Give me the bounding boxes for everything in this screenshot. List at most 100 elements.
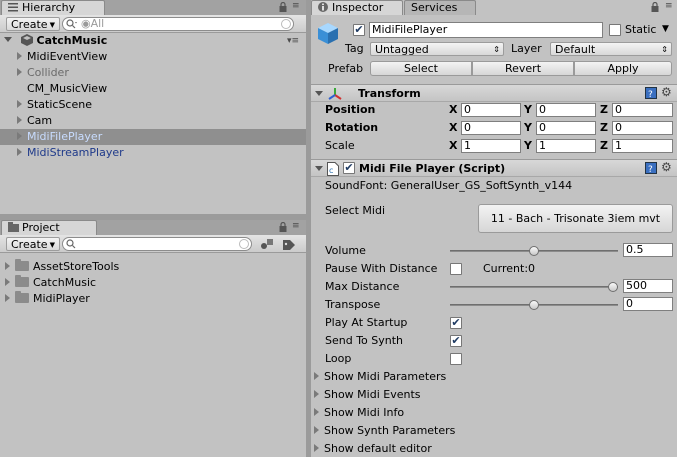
hierarchy-item[interactable]: MidiEventView (0, 49, 306, 65)
filter-by-label-icon[interactable] (282, 238, 296, 253)
foldout-arrow-icon[interactable] (315, 166, 323, 171)
search-cancel-icon[interactable] (239, 239, 249, 249)
prefab-apply-button[interactable]: Apply (574, 61, 672, 76)
lock-icon[interactable] (279, 1, 287, 15)
script-header[interactable]: c ✔ Midi File Player (Script) ? ⚙ (311, 159, 677, 177)
lock-icon[interactable] (651, 1, 659, 15)
transpose-input[interactable]: 0 (623, 297, 673, 311)
volume-input[interactable]: 0.5 (623, 243, 673, 257)
transform-z-input[interactable]: 1 (612, 139, 673, 153)
transform-y-input[interactable]: 1 (536, 139, 596, 153)
tab-hierarchy[interactable]: Hierarchy (1, 0, 105, 15)
hierarchy-search-input[interactable]: ◉All (62, 17, 294, 31)
tag-dropdown[interactable]: Untagged ⇕ (370, 42, 504, 56)
transform-y-input[interactable]: 0 (536, 103, 596, 117)
foldout-item[interactable]: Show Midi Info (314, 405, 404, 421)
hierarchy-item-label: StaticScene (27, 98, 92, 111)
tab-project[interactable]: Project (1, 220, 97, 235)
foldout-arrow-icon[interactable] (314, 372, 319, 380)
play-at-startup-checkbox[interactable]: ✔ (450, 317, 462, 329)
layer-dropdown[interactable]: Default ⇕ (550, 42, 672, 56)
transpose-slider-thumb[interactable] (529, 300, 539, 310)
foldout-arrow-icon[interactable] (314, 408, 319, 416)
max-distance-slider-thumb[interactable] (608, 282, 618, 292)
hierarchy-item[interactable]: MidiFilePlayer (0, 129, 306, 145)
expand-arrow-icon[interactable] (5, 262, 10, 270)
tab-inspector[interactable]: Inspector (311, 0, 403, 15)
prefab-select-button[interactable]: Select (370, 61, 472, 76)
project-search-input[interactable] (62, 237, 252, 251)
expand-arrow-icon[interactable] (17, 116, 22, 124)
transform-header[interactable]: Transform ? ⚙ (311, 84, 677, 102)
transform-row-label: Rotation (325, 121, 379, 134)
hierarchy-item-label: MidiFilePlayer (27, 130, 103, 143)
scene-menu-icon[interactable]: ▾≡ (287, 36, 299, 46)
gear-icon[interactable]: ⚙ (661, 85, 672, 99)
send-to-synth-checkbox[interactable]: ✔ (450, 335, 462, 347)
project-folder-label: MidiPlayer (33, 292, 90, 305)
expand-arrow-icon[interactable] (17, 68, 22, 76)
project-folder-item[interactable]: MidiPlayer (0, 291, 306, 307)
script-enabled-checkbox[interactable]: ✔ (343, 162, 355, 174)
active-toggle-checkbox[interactable]: ✔ (353, 24, 365, 36)
static-dropdown-arrow-icon[interactable]: ▼ (662, 24, 669, 34)
object-name-input[interactable]: MidiFilePlayer (369, 22, 603, 38)
help-book-icon[interactable]: ? (645, 162, 657, 177)
expand-arrow-icon[interactable] (17, 132, 22, 140)
project-folder-item[interactable]: CatchMusic (0, 275, 306, 291)
select-midi-button[interactable]: 11 - Bach - Trisonate 3iem mvt (478, 204, 673, 233)
transform-x-input[interactable]: 0 (461, 121, 521, 135)
search-placeholder: ◉All (81, 17, 105, 30)
expand-arrow-icon[interactable] (5, 278, 10, 286)
foldout-arrow-icon[interactable] (314, 390, 319, 398)
prefab-revert-button[interactable]: Revert (472, 61, 574, 76)
transform-z-input[interactable]: 0 (612, 121, 673, 135)
tab-services[interactable]: Services (404, 0, 476, 15)
panel-menu-icon[interactable]: ≡ (292, 1, 300, 11)
foldout-arrow-icon[interactable] (314, 426, 319, 434)
expand-arrow-icon[interactable] (17, 148, 22, 156)
panel-menu-icon[interactable]: ≡ (292, 221, 300, 231)
transform-title: Transform (358, 87, 421, 100)
transform-y-input[interactable]: 0 (536, 121, 596, 135)
foldout-arrow-icon[interactable] (314, 444, 319, 452)
volume-slider-thumb[interactable] (529, 246, 539, 256)
expand-arrow-icon[interactable] (17, 52, 22, 60)
foldout-arrow-icon[interactable] (315, 91, 323, 96)
scene-row[interactable]: CatchMusic (4, 33, 306, 49)
max-distance-slider-track[interactable] (450, 286, 618, 288)
project-create-button[interactable]: Create ▼ (6, 237, 60, 251)
gear-icon[interactable]: ⚙ (661, 160, 672, 174)
hierarchy-item[interactable]: Collider (0, 65, 306, 81)
expand-arrow-icon[interactable] (4, 37, 12, 42)
transform-x-input[interactable]: 1 (461, 139, 521, 153)
svg-text:?: ? (648, 90, 653, 99)
hierarchy-item[interactable]: CM_MusicView (0, 81, 306, 97)
transform-z-input[interactable]: 0 (612, 103, 673, 117)
max-distance-input[interactable]: 500 (623, 279, 673, 293)
hierarchy-create-button[interactable]: Create ▼ (6, 17, 60, 31)
panel-menu-icon[interactable]: ≡ (665, 1, 673, 11)
foldout-item[interactable]: Show Synth Parameters (314, 423, 455, 439)
foldout-item[interactable]: Show default editor (314, 441, 432, 457)
static-checkbox[interactable] (609, 24, 621, 36)
help-book-icon[interactable]: ? (645, 87, 657, 102)
volume-label: Volume (325, 244, 366, 257)
filter-by-type-icon[interactable] (260, 238, 274, 253)
search-cancel-icon[interactable] (281, 19, 291, 29)
project-folder-item[interactable]: AssetStoreTools (0, 259, 306, 275)
expand-arrow-icon[interactable] (5, 294, 10, 302)
foldout-item[interactable]: Show Midi Events (314, 387, 421, 403)
transform-x-input[interactable]: 0 (461, 103, 521, 117)
lock-icon[interactable] (279, 221, 287, 235)
tab-hierarchy-label: Hierarchy (22, 1, 76, 14)
expand-arrow-icon[interactable] (17, 100, 22, 108)
foldout-item[interactable]: Show Midi Parameters (314, 369, 446, 385)
pause-with-distance-checkbox[interactable] (450, 263, 462, 275)
hierarchy-item[interactable]: MidiStreamPlayer (0, 145, 306, 161)
hierarchy-item[interactable]: StaticScene (0, 97, 306, 113)
loop-checkbox[interactable] (450, 353, 462, 365)
hierarchy-item[interactable]: Cam (0, 113, 306, 129)
static-label: Static (625, 23, 657, 36)
axis-label-x: X (449, 139, 458, 152)
